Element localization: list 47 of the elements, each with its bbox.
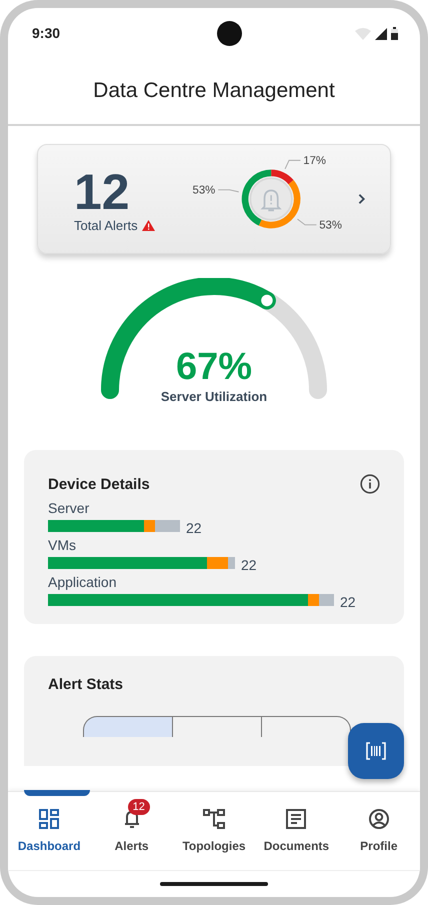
status-time: 9:30 xyxy=(32,25,60,41)
device-name: Server xyxy=(48,500,90,516)
nav-tab[interactable]: Dashboard xyxy=(8,792,90,870)
document-icon xyxy=(286,809,306,829)
info-icon[interactable] xyxy=(360,474,380,494)
leader-line xyxy=(284,160,302,170)
slice-label: 17% xyxy=(303,155,326,168)
profile-icon xyxy=(368,809,389,829)
warning-icon xyxy=(142,220,155,230)
bell-icon xyxy=(262,190,281,212)
card-title: Alert Stats xyxy=(48,676,124,693)
card-title: Device Details xyxy=(48,476,150,492)
dashboard-icon xyxy=(39,809,60,829)
leader-line xyxy=(297,218,318,226)
topology-icon xyxy=(203,809,226,829)
nav-tab[interactable]: 12 Alerts xyxy=(90,792,173,870)
alert-count-badge: 12 xyxy=(128,799,150,815)
nav-tab[interactable]: Profile xyxy=(338,792,420,870)
total-alerts-label: Total Alerts xyxy=(74,218,138,232)
wifi-icon xyxy=(355,28,371,40)
donut-center xyxy=(250,177,294,221)
device-count: 22 xyxy=(241,557,257,573)
utilization-label: Server Utilization xyxy=(160,389,268,404)
bell-icon xyxy=(124,809,140,829)
page-title: Data Centre Management xyxy=(93,79,335,103)
device-name: Application xyxy=(48,574,118,590)
slice-label: 53% xyxy=(192,184,216,197)
segment-tab[interactable] xyxy=(83,716,173,737)
signal-icon xyxy=(375,28,387,40)
device-count: 22 xyxy=(186,520,202,536)
utilization-value: 67% xyxy=(176,345,252,389)
barcode-icon xyxy=(366,742,386,760)
gauge-thumb xyxy=(258,292,276,309)
alert-count: 12 xyxy=(74,166,130,218)
nav-tab[interactable]: Documents xyxy=(255,792,338,870)
alerts-card[interactable]: 12 Total Alerts 17% 53% 53% xyxy=(37,144,391,254)
battery-icon xyxy=(391,26,398,40)
camera-dot xyxy=(217,20,242,46)
leader-line xyxy=(218,189,240,192)
nav-tab[interactable]: Topologies xyxy=(172,792,256,870)
slice-label: 53% xyxy=(319,220,342,232)
segment-tab[interactable] xyxy=(173,716,262,737)
active-indicator xyxy=(24,790,90,796)
device-count: 22 xyxy=(340,594,356,610)
device-name: VMs xyxy=(48,537,77,553)
barcode-scan-button[interactable] xyxy=(348,723,404,779)
chevron-right-icon xyxy=(358,193,366,205)
